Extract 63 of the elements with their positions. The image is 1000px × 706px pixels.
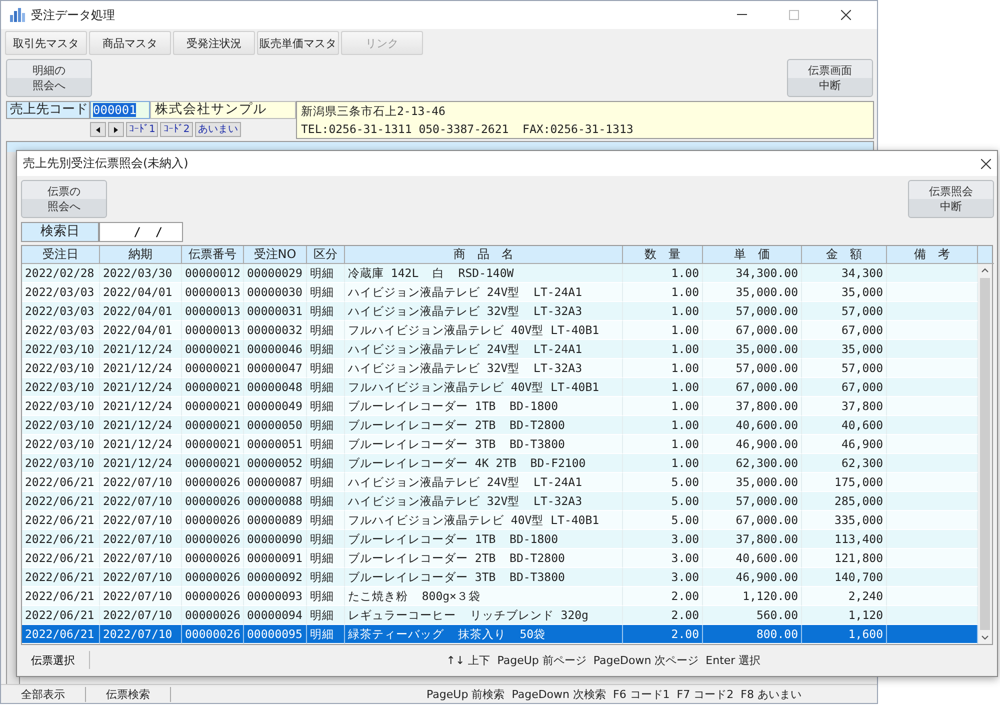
search-date-label: 検索日 xyxy=(21,222,99,242)
table-cell: 緑茶ティーバッグ 抹茶入り 50袋 xyxy=(345,625,623,644)
table-row[interactable]: 2022/03/10 2021/12/24 00000021 00000049 明細 ブルーレイレコーダー 1TB BD-1800 1.00 37,800.00 37,800 xyxy=(22,397,978,416)
abort-button[interactable]: 伝票照会 中断 xyxy=(908,180,994,218)
table-row[interactable]: 2022/03/10 2021/12/24 00000021 00000046 明細 ハイビジョン液晶テレビ 24V型 LT-24A1 1.00 35,000.00 35,000 xyxy=(22,340,978,359)
search-mode-button[interactable]: ｺｰﾄﾞ2 xyxy=(160,122,193,137)
table-cell: 明細 xyxy=(307,625,345,644)
search-mode-button[interactable]: ｺｰﾄﾞ1 xyxy=(126,122,158,137)
table-row[interactable]: 2022/06/21 2022/07/10 00000026 00000089 明細 フルハイビジョン液晶テレビ 40V型 LT-40B1 5.00 67,000.00 335,000 xyxy=(22,511,978,530)
table-cell: 2022/07/10 xyxy=(100,625,182,644)
table-cell: 2022/06/21 xyxy=(22,625,100,644)
table-row[interactable]: 2022/06/21 2022/07/10 00000026 00000094 明細 レギュラーコーヒー リッチブレンド 320g 2.00 560.00 1,120 xyxy=(22,606,978,625)
dialog-title: 売上先別受注伝票照会(未納入) xyxy=(23,155,190,172)
close-icon[interactable] xyxy=(841,10,851,20)
search-date-field[interactable]: / / xyxy=(99,222,183,242)
minimize-icon[interactable] xyxy=(737,14,747,16)
status-button[interactable]: 伝票検索 xyxy=(86,686,171,702)
window-title: 受注データ処理 xyxy=(31,6,116,24)
table-row[interactable]: 2022/03/03 2022/04/01 00000013 00000032 明細 フルハイビジョン液晶テレビ 40V型 LT-40B1 1.00 67,000.00 67,000 xyxy=(22,321,978,340)
detail-view-button[interactable]: 明細の 照会へ xyxy=(6,59,92,97)
table-row[interactable]: 2022/03/03 2022/04/01 00000013 00000031 明細 ハイビジョン液晶テレビ 32V型 LT-32A3 1.00 57,000.00 57,000 xyxy=(22,302,978,321)
key-help-text: PageUp 前検索 PageDown 次検索 F6 コード1 F7 コード2 F8 あいまい xyxy=(426,686,802,702)
key-help-text: ↑↓ 上下 PageUp 前ページ PageDown 次ページ Enter 選択 xyxy=(445,652,762,668)
next-button[interactable] xyxy=(108,122,124,137)
table-row[interactable]: 2022/06/21 2022/07/10 00000026 00000087 明細 ハイビジョン液晶テレビ 24V型 LT-24A1 5.00 35,000.00 175,000 xyxy=(22,473,978,492)
toolbar-button[interactable]: 受発注状況 xyxy=(173,31,255,55)
slip-select-button[interactable]: 伝票選択 xyxy=(17,651,90,669)
address-text: 新潟県三条市石上2-13-46 xyxy=(301,104,446,120)
table-row[interactable]: 2022/06/21 2022/07/10 00000026 00000092 明細 ブルーレイレコーダー 3TB BD-T3800 3.00 46,900.00 140,700 xyxy=(22,568,978,587)
left-triangle-icon xyxy=(96,126,100,132)
phone-text: TEL:0256-31-1311 050-3387-2621 FAX:0256-31-1313 xyxy=(301,122,634,136)
search-mode-button[interactable]: あいまい xyxy=(194,122,241,137)
table-cell: 00000026 xyxy=(182,625,244,644)
table-row[interactable]: 2022/03/10 2021/12/24 00000021 00000047 明細 ハイビジョン液晶テレビ 32V型 LT-32A3 1.00 57,000.00 57,000 xyxy=(22,359,978,378)
table-row[interactable]: 2022/03/10 2021/12/24 00000021 00000051 明細 ブルーレイレコーダー 3TB BD-T3800 1.00 46,900.00 46,900 xyxy=(22,435,978,454)
customer-code-field[interactable]: 000001 xyxy=(90,101,150,119)
table-row[interactable]: 2022/06/21 2022/07/10 00000026 00000093 明細 たこ焼き粉 800g×３袋 2.00 1,120.00 2,240 xyxy=(22,587,978,606)
toolbar-button[interactable]: 取引先マスタ xyxy=(5,31,87,55)
toolbar-button[interactable]: 販売単価マスタ xyxy=(257,31,339,55)
app-icon xyxy=(9,8,25,22)
table-row[interactable]: 2022/06/21 2022/07/10 00000026 00000091 明細 ブルーレイレコーダー 2TB BD-T2800 3.00 40,600.00 121,800 xyxy=(22,549,978,568)
table-row[interactable]: 2022/03/10 2021/12/24 00000021 00000048 明細 フルハイビジョン液晶テレビ 40V型 LT-40B1 1.00 67,000.00 67,000 xyxy=(22,378,978,397)
customer-code-label: 売上先コード xyxy=(6,101,90,119)
table-row[interactable]: 2022/06/21 2022/07/10 00000026 00000095 明細 緑茶ティーバッグ 抹茶入り 50袋 2.00 800.00 1,600 xyxy=(22,625,978,644)
abort-button[interactable]: 伝票画面 中断 xyxy=(787,59,873,97)
close-icon[interactable] xyxy=(981,158,991,168)
table-row[interactable]: 2022/06/21 2022/07/10 00000026 00000088 明細 ハイビジョン液晶テレビ 32V型 LT-32A3 5.00 57,000.00 285,000 xyxy=(22,492,978,511)
scrollbar[interactable] xyxy=(978,264,992,644)
right-triangle-icon xyxy=(114,126,118,132)
table-cell: 00000095 xyxy=(244,625,307,644)
table-cell: 800.00 xyxy=(703,625,802,644)
slip-view-button[interactable]: 伝票の 照会へ xyxy=(21,180,107,218)
table-cell: 1,600 xyxy=(802,625,887,644)
toolbar-button[interactable]: 商品マスタ xyxy=(89,31,171,55)
customer-name: 株式会社サンプル xyxy=(150,101,296,119)
table-row[interactable]: 2022/02/28 2022/03/30 00000012 00000029 明細 冷蔵庫 142L 白 RSD-140W 1.00 34,300.00 34,300 xyxy=(22,264,978,283)
table-row[interactable]: 2022/03/03 2022/04/01 00000013 00000030 明細 ハイビジョン液晶テレビ 24V型 LT-24A1 1.00 35,000.00 35,000 xyxy=(22,283,978,302)
table-row[interactable]: 2022/03/10 2021/12/24 00000021 00000050 明細 ブルーレイレコーダー 2TB BD-T2800 1.00 40,600.00 40,600 xyxy=(22,416,978,435)
status-button[interactable]: 全部表示 xyxy=(1,686,86,702)
table-row[interactable]: 2022/06/21 2022/07/10 00000026 00000090 明細 ブルーレイレコーダー 1TB BD-1800 3.00 37,800.00 113,400 xyxy=(22,530,978,549)
table-row[interactable]: 2022/03/10 2021/12/24 00000021 00000052 明細 ブルーレイレコーダー 4K 2TB BD-F2100 1.00 62,300.00 62,300 xyxy=(22,454,978,473)
table-cell: 2.00 xyxy=(623,625,703,644)
previous-button[interactable] xyxy=(90,122,106,137)
